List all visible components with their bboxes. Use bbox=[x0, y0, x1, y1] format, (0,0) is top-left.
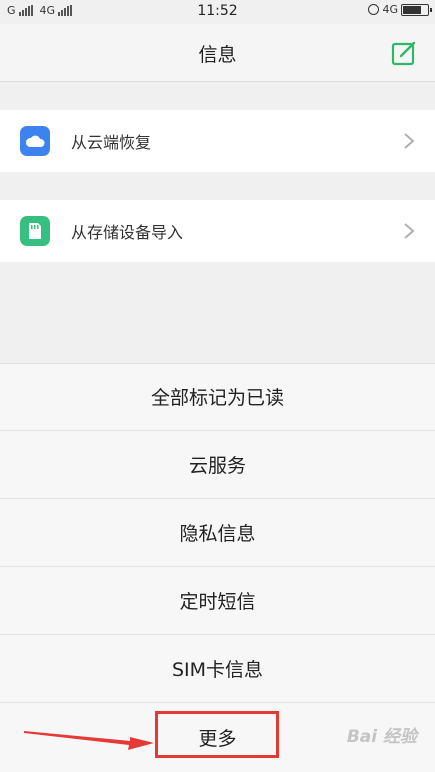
menu-cloud-service[interactable]: 云服务 bbox=[0, 431, 435, 499]
watermark: Bai 经验 bbox=[346, 727, 417, 747]
menu-sim-card-messages[interactable]: SIM卡信息 bbox=[0, 635, 435, 703]
import-from-storage-label: 从存储设备导入 bbox=[71, 223, 184, 242]
alarm-icon bbox=[368, 4, 380, 15]
restore-from-cloud-item[interactable]: 从云端恢复 bbox=[0, 110, 435, 172]
status-right: 4G bbox=[368, 3, 432, 16]
restore-from-cloud-label: 从云端恢复 bbox=[71, 133, 152, 152]
page-title: 信息 bbox=[198, 44, 237, 66]
menu-scheduled-sms[interactable]: 定时短信 bbox=[0, 567, 435, 635]
app-header: 信息 bbox=[0, 24, 435, 82]
highlight-box bbox=[155, 711, 279, 758]
battery-icon bbox=[401, 3, 432, 16]
network-label: 4G bbox=[382, 3, 398, 16]
import-from-storage-item[interactable]: 从存储设备导入 bbox=[0, 200, 435, 262]
sd-card-icon bbox=[20, 216, 50, 246]
menu-mark-all-read[interactable]: 全部标记为已读 bbox=[0, 363, 435, 431]
chevron-right-icon bbox=[404, 223, 415, 239]
status-bar: G 4G 11:52 4G bbox=[0, 0, 435, 24]
compose-icon[interactable] bbox=[391, 40, 417, 66]
chevron-right-icon bbox=[404, 133, 415, 149]
pointer-arrow-icon bbox=[24, 731, 154, 750]
cloud-icon bbox=[20, 126, 50, 156]
menu-private-messages[interactable]: 隐私信息 bbox=[0, 499, 435, 567]
